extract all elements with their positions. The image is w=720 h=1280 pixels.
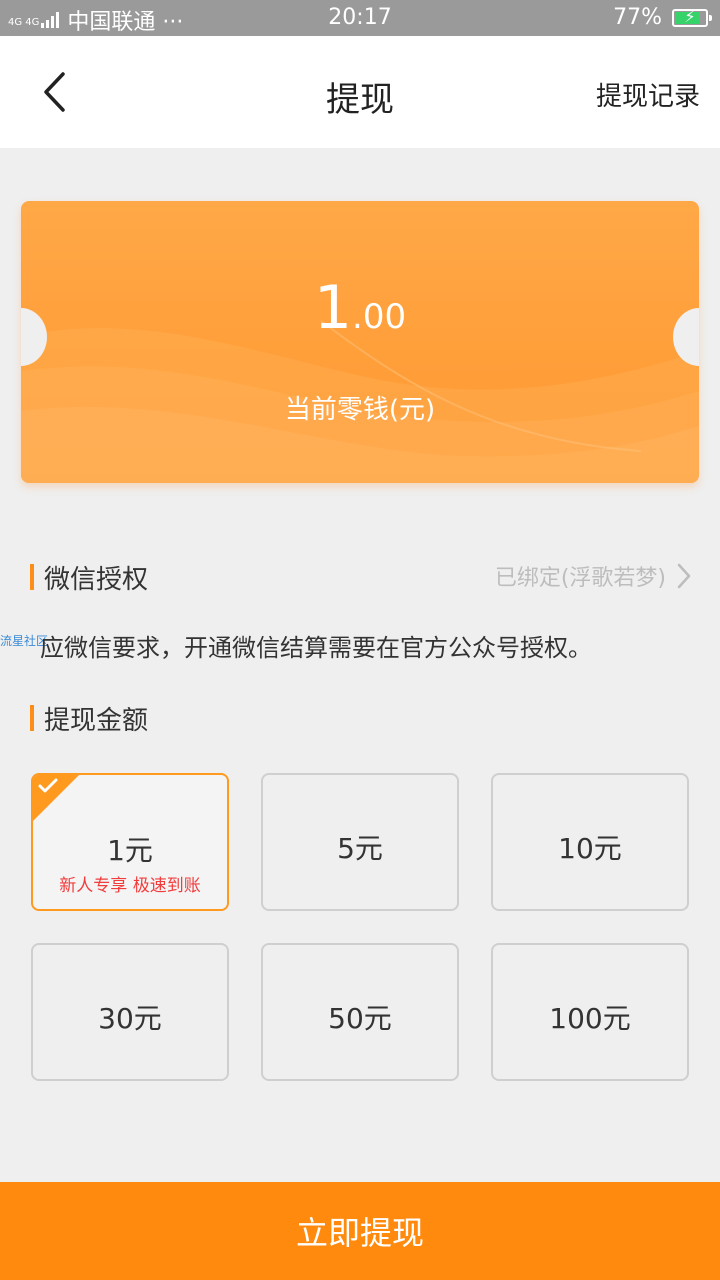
chevron-left-icon xyxy=(44,72,65,112)
wechat-auth-title: 微信授权 xyxy=(44,564,149,595)
status-right: 77% ⚡ xyxy=(613,5,712,30)
amount-option-promo: 新人专享 极速到账 xyxy=(59,876,201,896)
status-bar: 4G 4G 中国联通 ··· 20:17 77% ⚡ xyxy=(0,0,720,36)
balance-label: 当前零钱(元) xyxy=(284,395,436,425)
wechat-bound-label: 已绑定(浮歌若梦) xyxy=(494,566,666,591)
section-accent-bar xyxy=(30,564,34,590)
balance-integer: 1 xyxy=(313,273,353,343)
wechat-auth-description: 应微信要求，开通微信结算需要在官方公众号授权。 xyxy=(40,634,592,662)
withdraw-record-link[interactable]: 提现记录 xyxy=(596,76,700,113)
withdraw-amount-title: 提现金额 xyxy=(44,705,149,736)
balance-card: 1.00 当前零钱(元) xyxy=(21,201,699,483)
balance-decimal: .00 xyxy=(352,297,407,337)
clock: 20:17 xyxy=(328,5,392,30)
amount-option-100[interactable]: 100元 xyxy=(491,943,689,1081)
battery-charging-icon: ⚡ xyxy=(672,7,712,27)
wechat-auth-status[interactable]: 已绑定(浮歌若梦) xyxy=(495,560,692,592)
wechat-auth-header: 微信授权 xyxy=(30,562,148,595)
check-icon xyxy=(38,778,58,793)
amount-option-label: 5元 xyxy=(337,832,383,865)
withdraw-now-button[interactable]: 立即提现 xyxy=(0,1182,720,1280)
withdraw-amount-header: 提现金额 xyxy=(30,703,148,736)
nav-bar: 提现 提现记录 xyxy=(0,36,720,148)
balance-amount: 1.00 xyxy=(21,273,699,343)
amount-option-1[interactable]: 1元 新人专享 极速到账 xyxy=(31,773,229,911)
back-button[interactable] xyxy=(30,66,80,118)
amount-option-5[interactable]: 5元 xyxy=(261,773,459,911)
amount-option-label: 100元 xyxy=(549,1002,631,1035)
amount-option-50[interactable]: 50元 xyxy=(261,943,459,1081)
amount-option-10[interactable]: 10元 xyxy=(491,773,689,911)
battery-percent: 77% xyxy=(613,5,662,30)
section-accent-bar xyxy=(30,705,34,731)
amount-option-label: 10元 xyxy=(558,832,622,865)
chevron-right-icon xyxy=(677,563,691,589)
amount-option-30[interactable]: 30元 xyxy=(31,943,229,1081)
amount-option-label: 50元 xyxy=(328,1002,392,1035)
amount-option-label: 30元 xyxy=(98,1002,162,1035)
amount-option-label: 1元 xyxy=(107,834,153,867)
